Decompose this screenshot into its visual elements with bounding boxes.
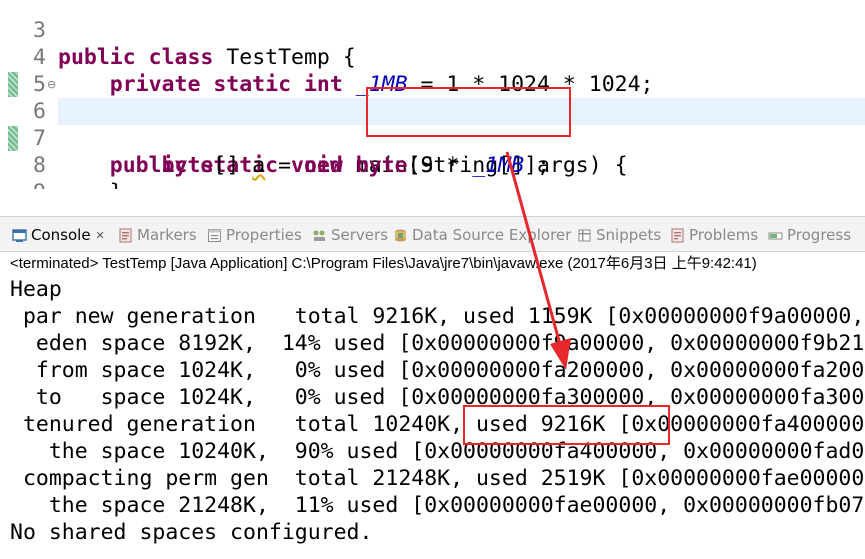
code-line: 8 }	[0, 125, 865, 193]
code-line: 5	[0, 44, 865, 97]
code-line: 3 public class TestTemp {	[0, 0, 865, 70]
code-line: 9 }	[0, 152, 865, 193]
scroll-left-icon[interactable]: ‹	[60, 190, 66, 193]
tab-label: Data Source Explorer	[412, 226, 572, 244]
console-line: No shared spaces configured.	[10, 520, 373, 545]
tab-label: Problems	[689, 226, 759, 244]
fold-collapse-icon[interactable]: ⊖	[47, 79, 56, 90]
console-line: the space 21248K, 11% used [0x00000000fa…	[48, 493, 865, 518]
console-line: par new generation total 9216K, used 115…	[22, 304, 865, 329]
tab-label: Servers	[331, 226, 389, 244]
tab-properties[interactable]: Properties	[207, 225, 302, 245]
view-tab-bar: Console ✕ Markers Properties Servers Dat…	[0, 216, 865, 252]
tab-label: Markers	[137, 226, 197, 244]
code-line: 4 private static int _1MB = 1 * 1024 * 1…	[0, 17, 865, 97]
tab-servers[interactable]: Servers	[312, 225, 388, 245]
properties-icon	[207, 228, 222, 243]
horizontal-scrollbar[interactable]: ‹	[0, 189, 865, 193]
console-icon	[12, 228, 27, 243]
tab-label: Snippets	[596, 226, 662, 244]
code-editor[interactable]: 3 public class TestTemp { 4 private stat…	[0, 0, 865, 193]
problems-icon	[670, 228, 685, 243]
data-source-icon	[393, 228, 408, 243]
servers-icon	[312, 228, 327, 243]
code-line: 7 byte[] a = new byte[9 * _1MB];	[0, 98, 865, 178]
console-description: <terminated> TestTemp [Java Application]…	[10, 255, 757, 272]
tab-label: Console	[31, 226, 91, 244]
console-line: from space 1024K, 0% used [0x00000000fa2…	[35, 358, 865, 383]
console-line: compacting perm gen total 21248K, used 2…	[22, 466, 865, 491]
tab-progress[interactable]: Progress	[768, 225, 851, 245]
snippets-icon	[577, 228, 592, 243]
tab-data-source-explorer[interactable]: Data Source Explorer	[393, 225, 571, 245]
tab-label: Progress	[787, 226, 852, 244]
tab-problems[interactable]: Problems	[670, 225, 758, 245]
console-line: tenured generation total 10240K, used 92…	[22, 412, 865, 437]
tab-console[interactable]: Console ✕	[12, 225, 105, 245]
console-line: the space 10240K, 90% used [0x00000000fa…	[48, 439, 865, 464]
tab-markers[interactable]: Markers	[118, 225, 197, 245]
console-output[interactable]: Heap par new generation total 9216K, use…	[0, 276, 865, 559]
progress-icon	[768, 228, 783, 243]
console-line: to space 1024K, 0% used [0x00000000fa300…	[35, 385, 865, 410]
tab-snippets[interactable]: Snippets	[577, 225, 661, 245]
console-line: Heap	[10, 277, 62, 302]
code-line: 6 ⊖ public static void main(String[] arg…	[0, 71, 865, 178]
close-icon[interactable]: ✕	[96, 229, 105, 242]
markers-icon	[118, 228, 133, 243]
tab-label: Properties	[226, 226, 302, 244]
console-line: eden space 8192K, 14% used [0x00000000f9…	[35, 331, 865, 356]
